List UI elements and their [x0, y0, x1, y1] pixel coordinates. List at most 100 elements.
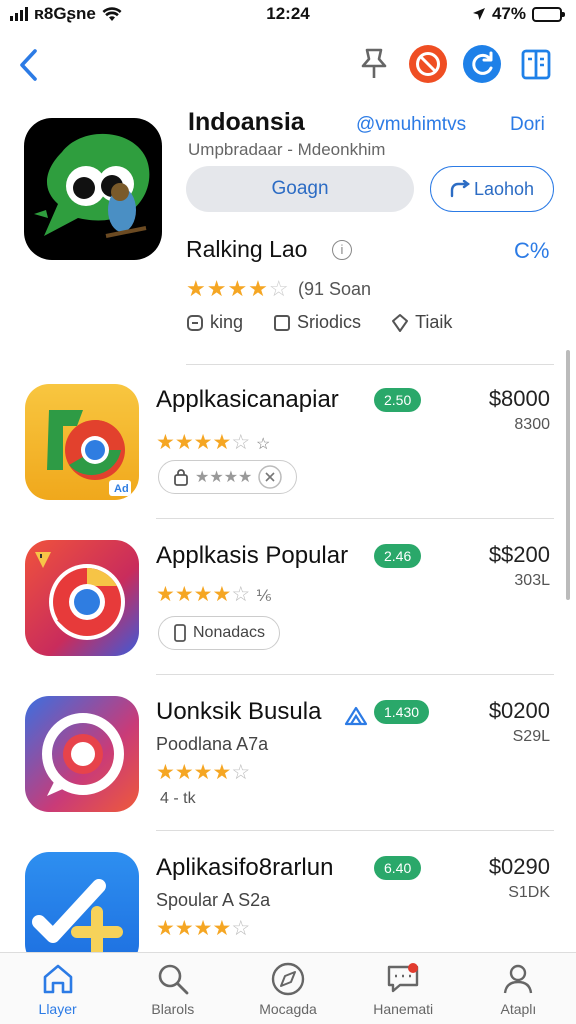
no-sign-icon [409, 45, 447, 83]
price-sub: 8300 [514, 416, 550, 433]
share-arrow-icon [450, 180, 470, 198]
app-subtitle: Umpbradaar - Mdeonkhim [188, 140, 386, 159]
back-button[interactable] [10, 44, 46, 86]
tag-label: king [210, 312, 244, 332]
row-divider [156, 830, 554, 831]
pill-label: Nonadacs [193, 624, 266, 641]
row-divider [156, 518, 554, 519]
home-icon [39, 961, 77, 997]
rate-pill[interactable]: ★★★★ [158, 460, 298, 494]
block-button[interactable] [408, 44, 448, 84]
star-rating: ★★★★☆ ☆ [156, 430, 270, 455]
list-item[interactable]: Ad Applkasicanapiar 2.50 $8000 8300 ★★★★… [0, 374, 576, 524]
tag-king[interactable]: king [186, 312, 243, 333]
tag-label: Sriodics [297, 312, 362, 332]
app-subtitle: Spoular A S2a [156, 890, 271, 910]
header-star-rating: ★★★★☆ [186, 276, 290, 302]
status-bar: ʀ8Gʂne 12:24 47% [0, 0, 576, 30]
app-icon-chrome-red [25, 540, 139, 656]
lock-icon [174, 469, 188, 486]
review-count: (91 Soan [298, 279, 372, 299]
square-icon [274, 314, 291, 331]
price-sub: S1DK [508, 884, 550, 901]
header-divider [186, 364, 554, 365]
boost-icon [344, 706, 368, 726]
share-label: Laohoh [473, 178, 535, 199]
app-icon[interactable] [24, 118, 162, 260]
app-subtitle: Poodlana A7a [156, 734, 269, 754]
shield-icon [392, 313, 409, 332]
price: $$200 [488, 542, 550, 567]
battery-percent: 47% [491, 4, 526, 23]
tab-search[interactable]: Blarols [115, 953, 230, 1024]
refresh-button[interactable] [462, 44, 502, 84]
get-button[interactable]: Goagn [186, 166, 414, 212]
check-plus-icon [32, 879, 123, 958]
tag-sriodics[interactable]: Sriodics [273, 312, 361, 333]
star-icons: ★★★★☆ [156, 761, 251, 784]
tab-label: Hanemati [373, 1001, 434, 1017]
row-divider [156, 674, 554, 675]
list-item[interactable]: Applkasis Popular 2.46 $$200 303L ★★★★☆ … [0, 530, 576, 680]
app-icon-chrome-yellow: Ad [25, 384, 139, 500]
tab-label: Mocagda [259, 1001, 317, 1017]
navigation-bar [0, 40, 576, 90]
app-header: Indoansia @vmuhimtvs Dori Umpbradaar - M… [0, 108, 576, 358]
refresh-icon [463, 45, 501, 83]
chrome-red-icon [35, 552, 125, 640]
scrollbar[interactable] [566, 350, 570, 600]
star-icons: ★★★★☆ [156, 431, 251, 454]
version-badge: 1.430 [374, 700, 430, 724]
developer-link[interactable]: @vmuhimtvs [356, 114, 466, 136]
price-sub: 303L [514, 572, 550, 589]
nav-actions [354, 44, 556, 84]
close-icon [258, 465, 283, 489]
tag-icon [187, 314, 203, 331]
app-name: Applkasicanapiar [156, 386, 339, 413]
version-badge: 2.46 [374, 544, 422, 568]
share-button[interactable]: Laohoh [430, 166, 554, 212]
tab-explore[interactable]: Mocagda [230, 953, 345, 1024]
star-rating: ★★★★☆ ⅙ [156, 582, 272, 607]
svg-text:Ad: Ad [114, 483, 129, 495]
tab-label: Ataplı [500, 1001, 537, 1017]
location-arrow-icon [472, 8, 485, 20]
bookmark-button[interactable] [354, 44, 394, 84]
app-name: Aplikasifo8rarlun [156, 854, 334, 881]
chrome-yellow-icon: Ad [47, 410, 131, 496]
tab-messages[interactable]: Hanemati [346, 953, 461, 1024]
downloads-pill[interactable]: Nonadacs [158, 616, 281, 650]
tab-home[interactable]: Llayer [0, 953, 115, 1024]
parrot-logo-icon [34, 133, 150, 238]
star-rating: ★★★★☆ [156, 760, 250, 785]
chevron-left-icon [20, 49, 37, 81]
rating-note: 4 ‑ tk [160, 790, 196, 807]
developer-more-link[interactable]: Dori [510, 114, 545, 136]
app-icon-check-plus [25, 852, 139, 968]
message-icon [384, 961, 422, 997]
app-icon-camera-ring [25, 696, 139, 812]
pill-label: ★★★★ [195, 469, 253, 486]
search-icon [154, 961, 192, 997]
star-rating: ★★★★☆ [156, 916, 250, 941]
tag-tiaik[interactable]: Tiaik [391, 312, 452, 333]
category-tags: king Sriodics Tiaik [186, 312, 452, 333]
rating-tail: ☆ [255, 436, 271, 453]
camera-ring-icon [42, 713, 124, 796]
tab-profile[interactable]: Ataplı [461, 953, 576, 1024]
tab-label: Blarols [151, 1001, 195, 1017]
rating-percent: C% [514, 238, 550, 263]
price: $8000 [488, 386, 550, 411]
price: $0200 [488, 698, 550, 723]
version-badge: 6.40 [374, 856, 422, 880]
info-icon[interactable]: i [332, 240, 352, 260]
star-icons: ★★★★☆ [156, 917, 251, 940]
list-item[interactable]: Uonksik Busula 1.430 $0200 S29L Poodlana… [0, 686, 576, 836]
share-sheet-button[interactable] [516, 44, 556, 84]
tab-bar: Llayer Blarols Mocagda Hanemati Ataplı [0, 952, 576, 1024]
app-title: Indoansia [188, 108, 305, 136]
rating-title: Ralking Lao [186, 236, 308, 262]
person-icon [499, 961, 537, 997]
rating-tail: ⅙ [255, 588, 272, 605]
star-icons: ★★★★☆ [186, 276, 290, 301]
